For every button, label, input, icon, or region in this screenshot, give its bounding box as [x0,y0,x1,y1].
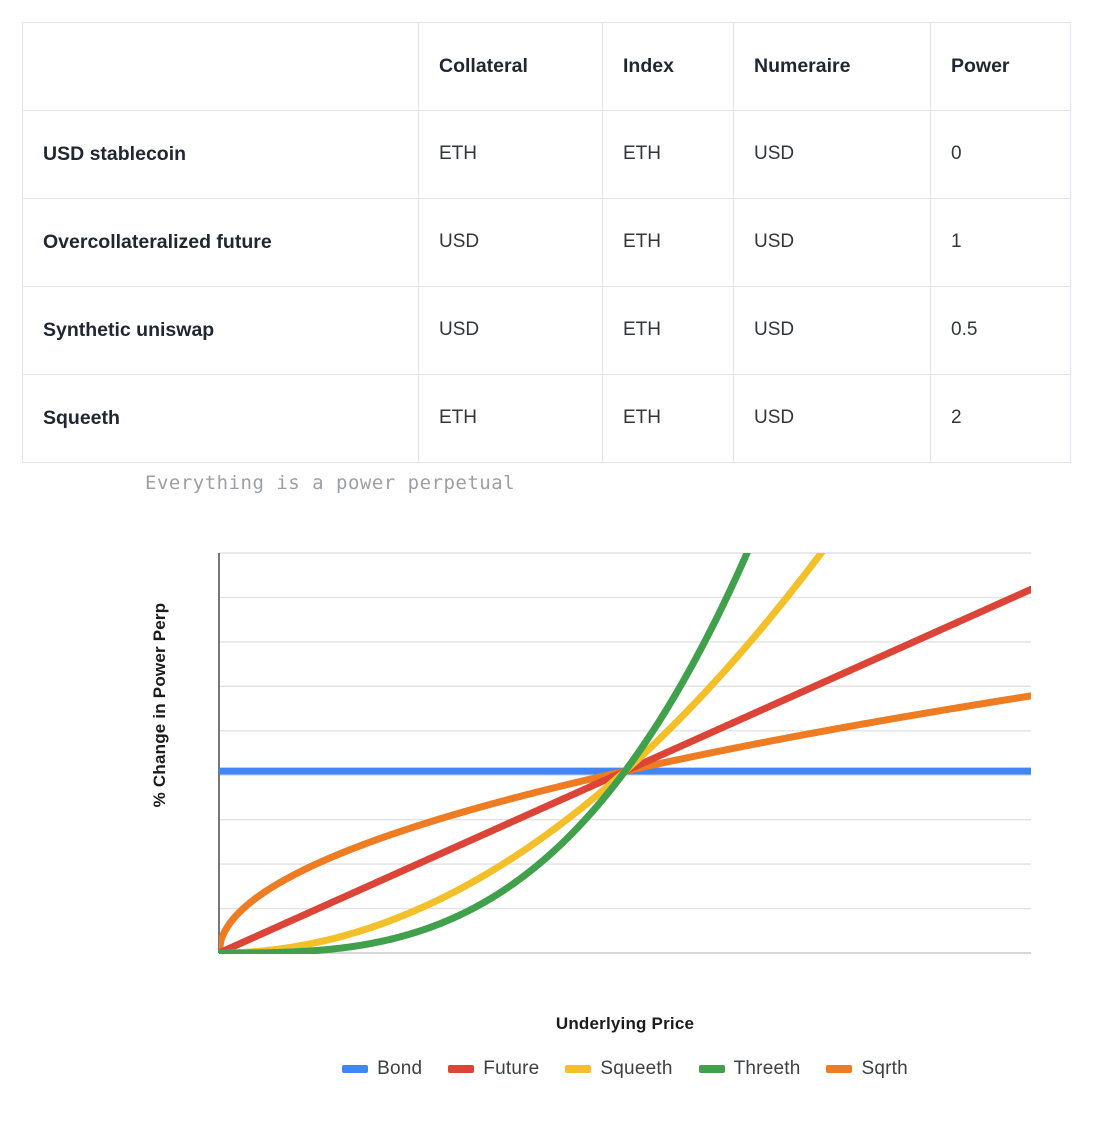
legend-swatch-icon [342,1065,368,1073]
cell-power: 0.5 [931,287,1071,375]
cell-collateral: USD [419,287,603,375]
cell-collateral: ETH [419,375,603,463]
legend-label: Threeth [734,1058,801,1080]
cell-power: 0 [931,111,1071,199]
chart-legend: Bond Future Squeeth Threeth Sqrth [219,1058,1031,1080]
cell-index: ETH [603,199,734,287]
cell-numeraire: USD [734,375,931,463]
chart-line-threeth [219,520,1031,953]
cell-collateral: USD [419,199,603,287]
cell-numeraire: USD [734,287,931,375]
table-row: Squeeth ETH ETH USD 2 [23,375,1071,463]
legend-swatch-icon [565,1065,591,1073]
legend-item-sqrth[interactable]: Sqrth [826,1058,907,1080]
power-perp-chart: % Change in Power Perp Underlying Price … [0,520,1116,1127]
row-label: USD stablecoin [23,111,419,199]
column-header-numeraire: Numeraire [734,23,931,111]
cell-collateral: ETH [419,111,603,199]
legend-label: Future [483,1058,539,1080]
power-perpetual-table-container: Collateral Index Numeraire Power USD sta… [22,22,1070,463]
power-perpetual-table: Collateral Index Numeraire Power USD sta… [22,22,1071,463]
column-header-collateral: Collateral [419,23,603,111]
legend-item-threeth[interactable]: Threeth [699,1058,801,1080]
legend-swatch-icon [448,1065,474,1073]
legend-label: Bond [377,1058,422,1080]
column-header-power: Power [931,23,1071,111]
column-header-index: Index [603,23,734,111]
chart-line-sqrth [219,696,1031,953]
row-label: Squeeth [23,375,419,463]
legend-label: Sqrth [861,1058,907,1080]
cell-index: ETH [603,375,734,463]
table-row: Overcollateralized future USD ETH USD 1 [23,199,1071,287]
legend-swatch-icon [826,1065,852,1073]
cell-index: ETH [603,111,734,199]
legend-item-bond[interactable]: Bond [342,1058,422,1080]
table-header: Collateral Index Numeraire Power [23,23,1071,111]
row-label: Overcollateralized future [23,199,419,287]
y-axis-title: % Change in Power Perp [150,540,170,870]
x-axis-title: Underlying Price [219,1014,1031,1034]
table-caption: Everything is a power perpetual [145,472,515,494]
chart-line-squeeth [219,520,1031,953]
cell-power: 1 [931,199,1071,287]
row-label: Synthetic uniswap [23,287,419,375]
table-row: Synthetic uniswap USD ETH USD 0.5 [23,287,1071,375]
legend-swatch-icon [699,1065,725,1073]
legend-item-future[interactable]: Future [448,1058,539,1080]
cell-index: ETH [603,287,734,375]
table-header-row: Collateral Index Numeraire Power [23,23,1071,111]
cell-power: 2 [931,375,1071,463]
cell-numeraire: USD [734,111,931,199]
chart-series-group [219,520,1031,953]
legend-label: Squeeth [600,1058,672,1080]
column-header-blank [23,23,419,111]
chart-axes [219,553,1031,953]
table-body: USD stablecoin ETH ETH USD 0 Overcollate… [23,111,1071,463]
table-row: USD stablecoin ETH ETH USD 0 [23,111,1071,199]
cell-numeraire: USD [734,199,931,287]
legend-item-squeeth[interactable]: Squeeth [565,1058,672,1080]
